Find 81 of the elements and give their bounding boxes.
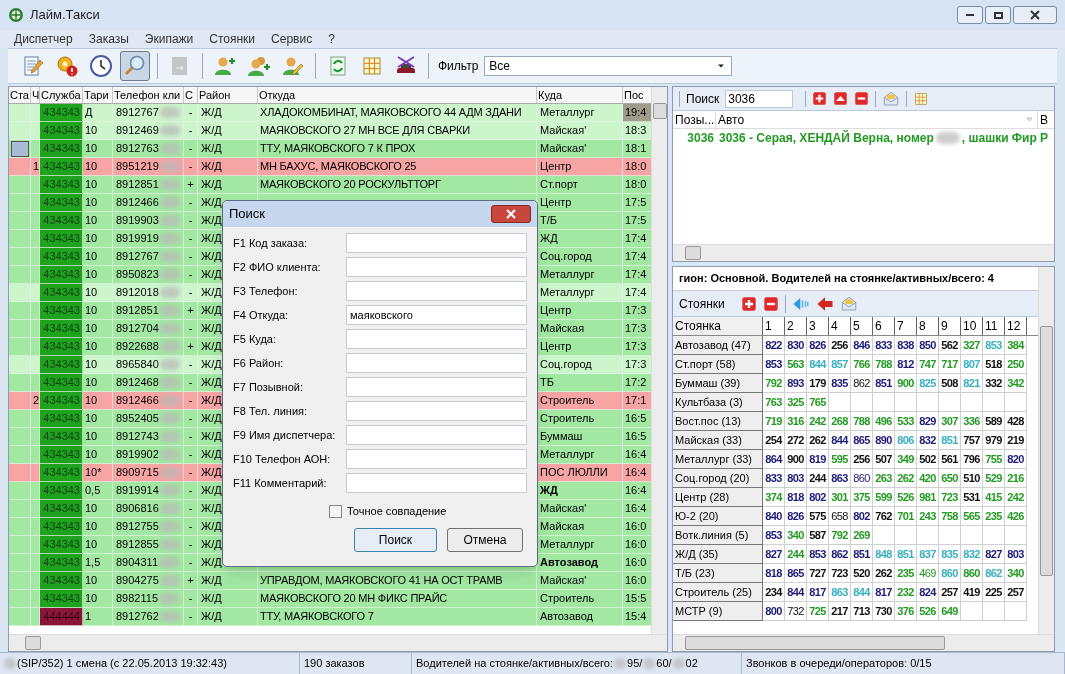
table-cell: 434343 [40, 590, 83, 608]
table-cell: 434343 [40, 500, 83, 518]
table-cell: 434343 [40, 140, 83, 158]
table-cell: 434343 [40, 266, 83, 284]
table-cell-text: 8909715 [116, 465, 159, 481]
table-cell: 19:4 [623, 104, 652, 122]
table-cell-text: 8965840 [116, 357, 159, 373]
table-cell-text: 8904275 [116, 573, 159, 589]
table-cell-text: 8919903 [116, 213, 159, 229]
table-cell-text: 8952405 [116, 411, 159, 427]
table-cell-text: 8912466 [116, 393, 159, 409]
table-cell: 434343 [40, 320, 83, 338]
table-cell-text: 8912466 [116, 195, 159, 211]
status-text: 60/ [656, 656, 672, 672]
table-cell-text: 8912763 [116, 141, 159, 157]
status-text: 190 заказов [304, 656, 365, 672]
table-cell: Автозавод [537, 608, 623, 626]
table-cell: 444444 [40, 608, 83, 626]
table-cell: - [184, 608, 198, 626]
table-cell: 434343 [40, 104, 83, 122]
table-cell: 434343 [40, 518, 83, 536]
table-cell-text: 8906816 [116, 501, 159, 517]
table-cell: 434343 [40, 230, 83, 248]
table-cell-text: 8912767 [116, 105, 159, 121]
table-cell: 434343 [40, 554, 83, 572]
table-cell-text: 8912743 [116, 429, 159, 445]
table-cell-text: 8912755 [116, 519, 159, 535]
table-cell-text: 8951219 [116, 159, 159, 175]
table-cell-text: 8912855 [116, 537, 159, 553]
table-cell: 434343 [40, 374, 83, 392]
table-cell-text: 8919914 [116, 483, 159, 499]
table-cell-text: 8912704 [116, 321, 159, 337]
table-cell: 434343 [40, 158, 83, 176]
checkbox-label: Точное совпадение [347, 504, 447, 519]
window-title: Лайм.Такси [30, 6, 100, 25]
table-cell-text: 8982115 [116, 591, 158, 607]
table-cell-text: 8912018 [116, 285, 159, 301]
table-cell: 434343 [40, 428, 83, 446]
table-cell-text: 8912851 [116, 177, 159, 193]
table-cell: 434343 [40, 464, 83, 482]
status-text: Звонков в очереди/операторов: 0/15 [746, 656, 932, 672]
table-cell: 434343 [40, 572, 83, 590]
table-cell-text: Р [1039, 130, 1048, 147]
table-cell-text: 8922688 [116, 339, 159, 355]
table-cell: Ж/Д [198, 608, 258, 626]
table-cell-text: 8950823 [116, 267, 159, 283]
table-cell: 434343 [40, 122, 83, 140]
table-cell: 434343 [40, 338, 83, 356]
info-text: гион: Основной. Водителей на стоянке/активных/всего: 4 [679, 271, 994, 287]
status-text: 02 [685, 656, 698, 672]
status-text: Водителей на стоянке/активных/всего: [416, 656, 613, 672]
table-cell: 434343 [40, 176, 83, 194]
search-label: Поиск [686, 90, 720, 108]
status-text: 95/ [627, 656, 643, 672]
table-cell: 434343 [40, 482, 83, 500]
table-cell: 434343 [40, 284, 83, 302]
table-cell: 434343 [40, 410, 83, 428]
table-cell-text: 8912767 [116, 249, 159, 265]
table-cell-text: 8912468 [116, 375, 159, 391]
toolbar-label: Стоянки [679, 295, 726, 313]
table-cell-text: 3036 [686, 130, 715, 147]
table-cell: 434343 [40, 194, 83, 212]
table-cell: 434343 [40, 302, 83, 320]
table-cell-text: 8904311 [116, 555, 158, 571]
table-cell: 434343 [40, 212, 83, 230]
table-cell: 1 [83, 608, 113, 626]
table-cell-text: 8912762 [116, 609, 159, 625]
table-cell: 434343 [40, 536, 83, 554]
table-cell: 434343 [40, 248, 83, 266]
table-cell: 434343 [40, 356, 83, 374]
filter-label: Фильтр [438, 58, 479, 75]
table-cell-text: , шашки Фир [961, 130, 1037, 147]
table-cell: 3036 - Серая, ХЕНДАЙ Верна, номер [719, 129, 934, 147]
table-cell-text: 8919902 [116, 447, 159, 463]
table-cell-text: 8912469 [116, 123, 159, 139]
table-cell: ТТУ, МАЯКОВСКОГО 7 [258, 608, 537, 626]
table-cell-text: 8912851 [116, 303, 159, 319]
table-cell-text: 8919919 [116, 231, 159, 247]
table-cell: 434343 [40, 392, 83, 410]
status-text: (SIP/352) 1 смена (с 22.05.2013 19:32:43) [17, 656, 227, 672]
table-cell: 434343 [40, 446, 83, 464]
